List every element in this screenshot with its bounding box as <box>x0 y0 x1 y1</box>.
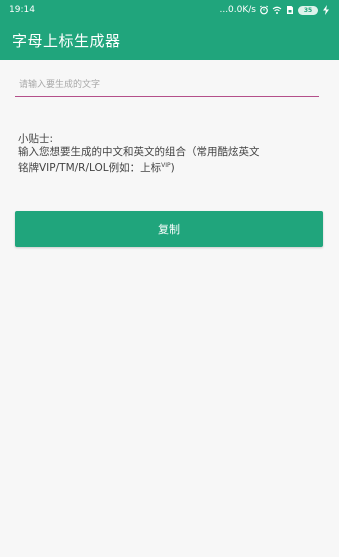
tips-line-2-end: ) <box>170 162 175 174</box>
battery-icon: 35 <box>298 5 318 15</box>
alarm-icon <box>259 5 269 15</box>
charging-icon <box>321 5 331 15</box>
app-title: 字母上标生成器 <box>12 31 121 50</box>
text-input[interactable] <box>15 74 319 97</box>
tips-heading: 小贴士: <box>18 133 54 145</box>
status-time: 19:14 <box>9 5 35 15</box>
app-bar: 字母上标生成器 <box>0 20 339 60</box>
copy-button[interactable]: 复制 <box>15 211 323 247</box>
tips-line-2-text: 铭牌VIP/TM/R/LOL例如：上标 <box>18 162 162 174</box>
wifi-icon <box>272 5 282 15</box>
tips-line-1: 输入您想要生成的中文和英文的组合（常用酷炫英文 <box>18 146 260 158</box>
network-speed: ...0.0K/s <box>219 5 256 15</box>
tips-superscript-example: VIP <box>161 162 171 169</box>
text-input-container <box>15 72 319 97</box>
tips-section: 小贴士: 输入您想要生成的中文和英文的组合（常用酷炫英文 铭牌VIP/TM/R/… <box>18 133 328 175</box>
status-right-group: ...0.0K/s 35 <box>219 5 331 15</box>
tips-line-2: 铭牌VIP/TM/R/LOL例如：上标VIP) <box>18 159 328 175</box>
sim-icon <box>285 5 295 15</box>
status-bar: 19:14 ...0.0K/s 35 <box>0 0 339 20</box>
